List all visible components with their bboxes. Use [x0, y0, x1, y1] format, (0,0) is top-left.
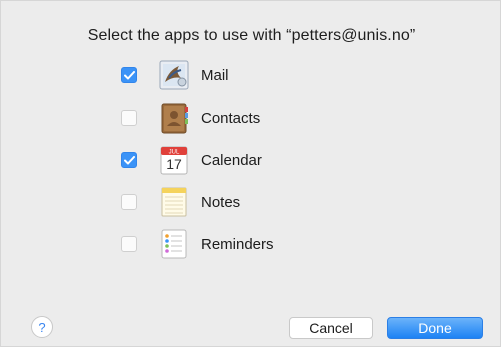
- calendar-icon: JUL 17: [160, 146, 188, 175]
- notes-checkbox[interactable]: [121, 194, 137, 210]
- checkmark-icon: [123, 155, 135, 164]
- calendar-icon-month: JUL: [169, 150, 180, 156]
- help-button[interactable]: ?: [31, 316, 53, 338]
- notes-icon: [161, 187, 187, 217]
- dialog-title: Select the apps to use with “petters@uni…: [87, 27, 416, 44]
- app-row-calendar[interactable]: JUL 17 Calendar: [121, 142, 262, 178]
- reminders-label: Reminders: [201, 235, 274, 253]
- contacts-checkbox[interactable]: [121, 110, 137, 126]
- calendar-label: Calendar: [201, 151, 262, 169]
- reminders-icon: [161, 229, 187, 259]
- contacts-icon: [161, 103, 188, 134]
- done-button[interactable]: Done: [387, 317, 483, 339]
- app-row-reminders[interactable]: Reminders: [121, 226, 274, 262]
- mail-label: Mail: [201, 66, 229, 84]
- app-row-mail[interactable]: Mail: [121, 57, 229, 93]
- mail-icon: [159, 60, 189, 90]
- checkmark-icon: [123, 70, 135, 79]
- calendar-checkbox[interactable]: [121, 152, 137, 168]
- calendar-icon-day: 17: [166, 156, 182, 172]
- mail-checkbox[interactable]: [121, 67, 137, 83]
- account-apps-dialog: Select the apps to use with “petters@uni…: [0, 0, 501, 347]
- cancel-button[interactable]: Cancel: [289, 317, 373, 339]
- contacts-label: Contacts: [201, 109, 261, 127]
- reminders-checkbox[interactable]: [121, 236, 137, 252]
- app-row-notes[interactable]: Notes: [121, 184, 240, 220]
- app-row-contacts[interactable]: Contacts: [121, 100, 260, 136]
- notes-label: Notes: [201, 193, 241, 211]
